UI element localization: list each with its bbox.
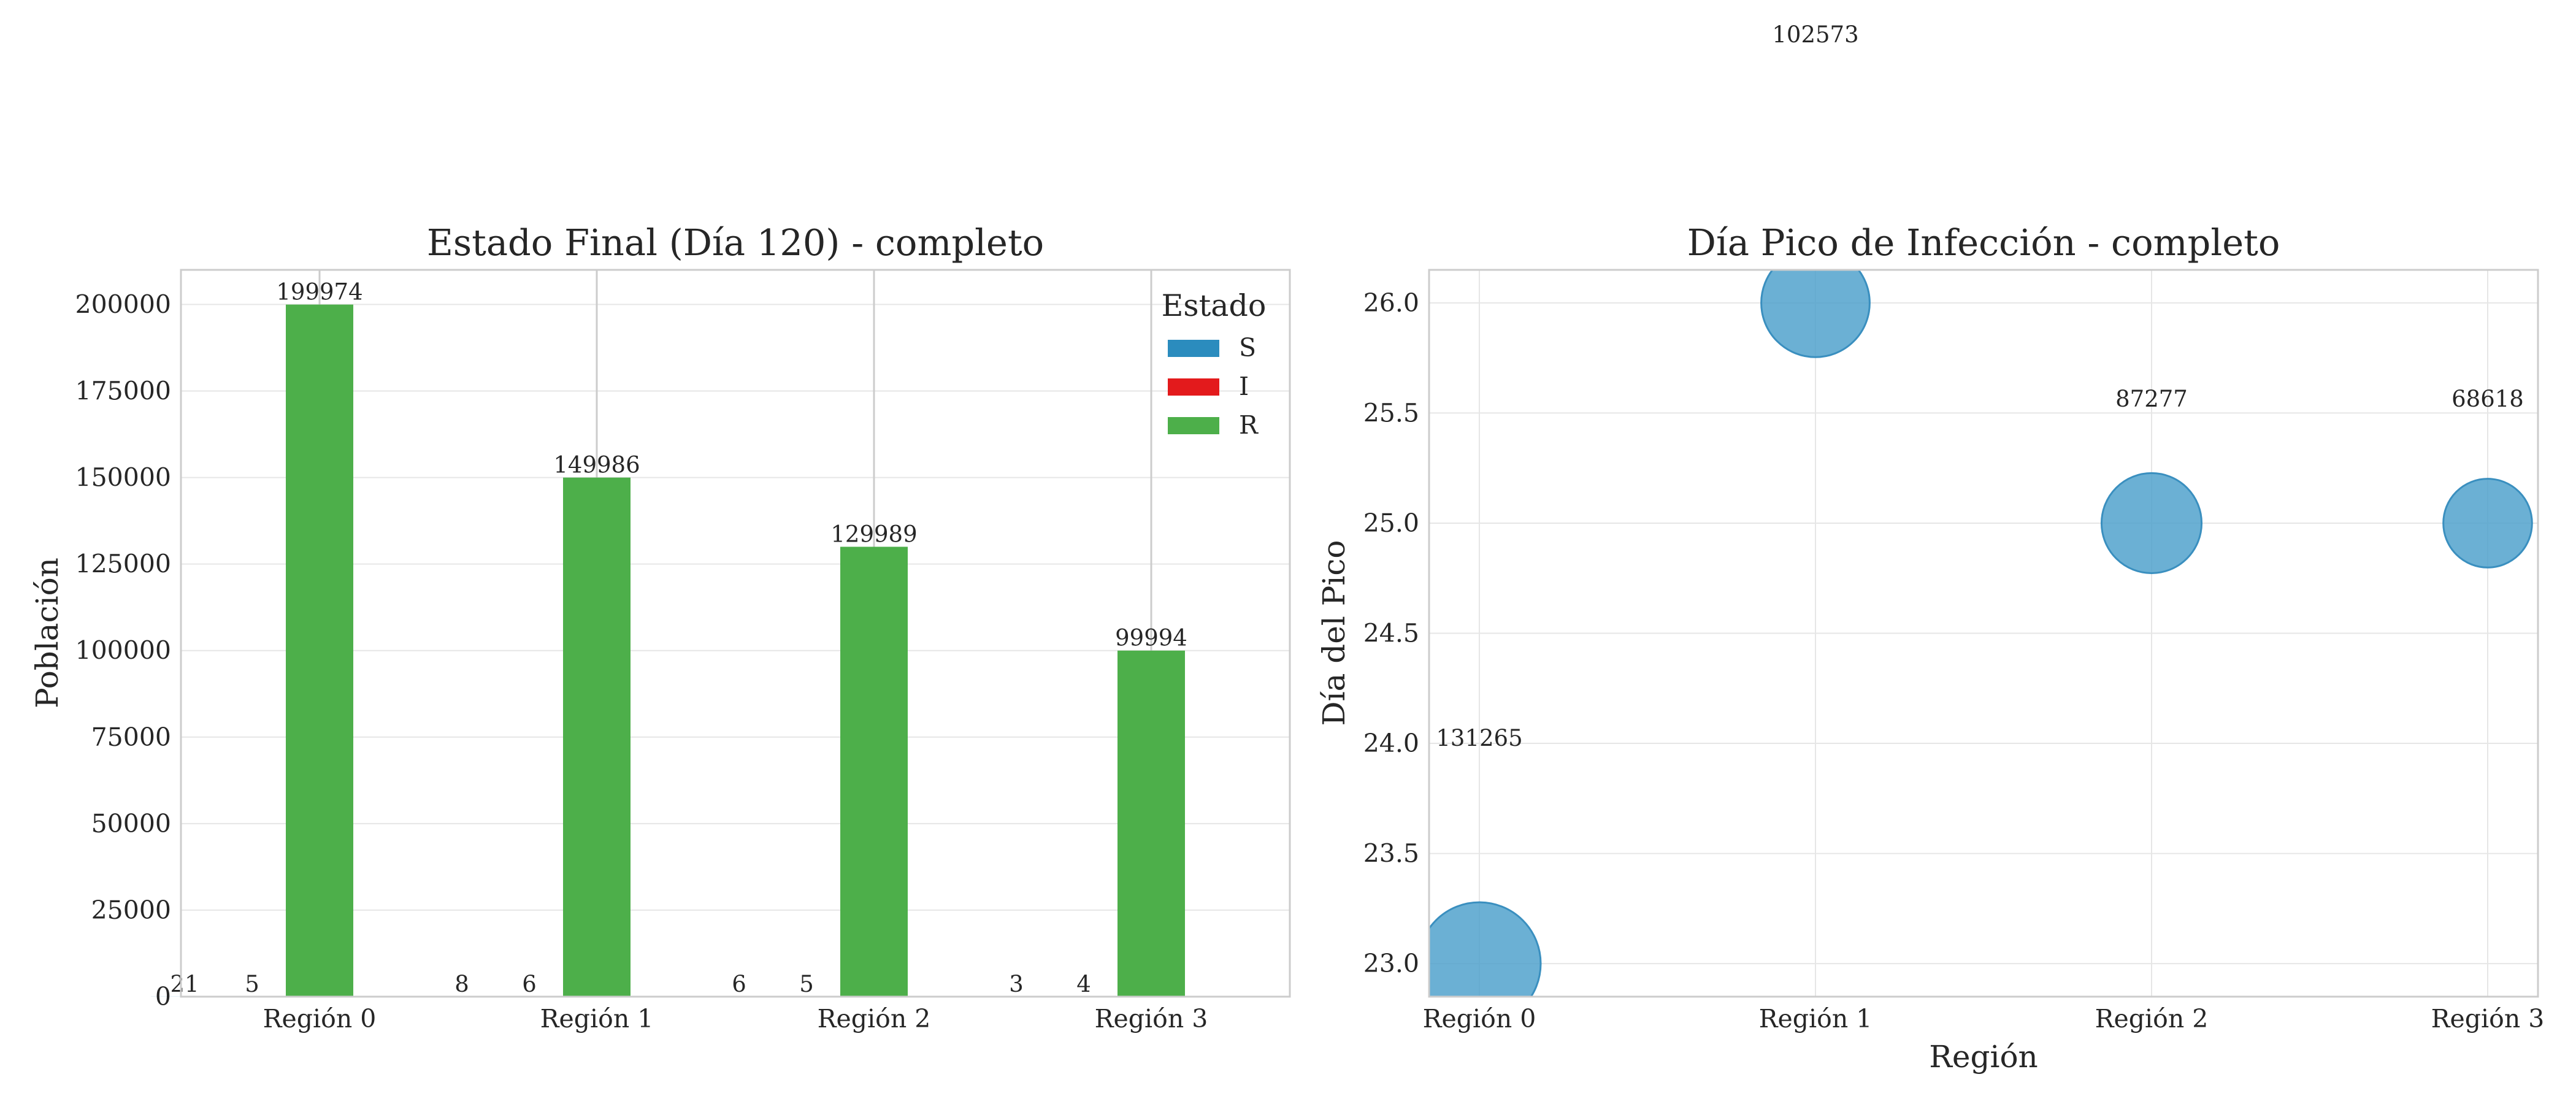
y-tick-label: 175000 [75, 377, 171, 406]
y-tick-label: 25000 [91, 895, 171, 925]
bar-R [1117, 650, 1185, 997]
right-chart-title: Día Pico de Infección - completo [1687, 221, 2280, 264]
y-tick-label: 24.5 [1363, 619, 1419, 648]
left-y-axis-label: Población [29, 558, 65, 708]
right-x-axis-label: Región [1929, 1039, 2038, 1075]
bar-value-label: 149986 [553, 452, 640, 478]
x-tick-label: Región 1 [1759, 1004, 1873, 1033]
bubble-point [1760, 270, 1871, 358]
bar-value-label: 129989 [830, 521, 917, 547]
y-tick-label: 26.0 [1363, 288, 1419, 318]
bubble-point [2442, 478, 2533, 569]
legend-swatch-R [1168, 417, 1219, 434]
y-tick-label: 125000 [75, 550, 171, 579]
y-tick-label: 23.5 [1363, 839, 1419, 868]
y-tick-label: 25.0 [1363, 508, 1419, 538]
x-tick-label: Región 1 [540, 1004, 654, 1033]
legend-label-I: I [1239, 372, 1249, 401]
x-tick-label: Región 3 [2431, 1004, 2545, 1033]
y-tick-label: 50000 [91, 809, 171, 838]
right-y-ticks: 23.0 23.5 24.0 24.5 25.0 25.5 26.0 [1363, 288, 1419, 978]
bar-R [563, 477, 631, 997]
x-tick-label: Región 2 [2095, 1004, 2209, 1033]
bar-value-label: 5 [799, 971, 814, 997]
bubble-value-label: 87277 [2115, 386, 2188, 412]
final-state-bar-chart: 21 8 6 3 5 6 5 4 199974 149986 129989 99994 0 25000 5… [29, 221, 1291, 1033]
y-tick-label: 0 [155, 982, 171, 1011]
right-x-ticks: Región 0 Región 1 Región 2 Región 3 [1423, 1004, 2545, 1033]
y-tick-label: 100000 [75, 636, 171, 665]
x-tick-label: Región 0 [1423, 1004, 1536, 1033]
y-tick-label: 150000 [75, 463, 171, 493]
bubble-value-label: 68618 [2451, 386, 2524, 412]
bar-value-label: 199974 [276, 279, 362, 305]
bar-R [286, 304, 353, 997]
bar-value-label: 3 [1009, 971, 1024, 997]
bar-value-label: 6 [732, 971, 746, 997]
y-tick-label: 200000 [75, 289, 171, 319]
bar-value-label: 21 [170, 971, 199, 997]
y-tick-label: 75000 [91, 723, 171, 752]
bar-value-label: 4 [1076, 971, 1091, 997]
x-tick-label: Región 2 [818, 1004, 931, 1033]
bar-R [840, 546, 908, 997]
bubble-value-label: 102573 [1772, 21, 1858, 48]
legend-swatch-S [1168, 340, 1219, 357]
peak-day-scatter-chart: 13126510257387277 68618 23.023.524.024.52… [1316, 21, 2544, 1075]
x-tick-label: Región 0 [263, 1004, 377, 1033]
legend-title: Estado [1162, 288, 1267, 323]
bubble-point [2100, 472, 2203, 574]
y-tick-label: 24.0 [1363, 729, 1419, 758]
bubble-value-label: 131265 [1436, 725, 1522, 751]
legend-label-S: S [1239, 333, 1256, 362]
figure: 21 8 6 3 5 6 5 4 199974 149986 129989 99994 0 25000 5… [29, 21, 2544, 1075]
legend-swatch-I [1168, 378, 1219, 396]
y-tick-label: 23.0 [1363, 949, 1419, 978]
bar-value-label: 99994 [1115, 625, 1187, 651]
bar-value-label: 6 [522, 971, 537, 997]
right-y-axis-label: Día del Pico [1316, 540, 1352, 726]
y-tick-label: 25.5 [1363, 398, 1419, 427]
bar-value-label: 5 [245, 971, 259, 997]
legend-label-R: R [1239, 410, 1259, 440]
x-tick-label: Región 3 [1095, 1004, 1208, 1033]
left-y-ticks: 0 25000 50000 75000 100000 125000 150000 175000… [75, 289, 171, 1011]
bar-value-label: 8 [454, 971, 469, 997]
left-x-ticks: Región 0 Región 1 Región 2 Región 3 [263, 1004, 1208, 1033]
left-chart-title: Estado Final (Día 120) - completo [427, 221, 1044, 264]
